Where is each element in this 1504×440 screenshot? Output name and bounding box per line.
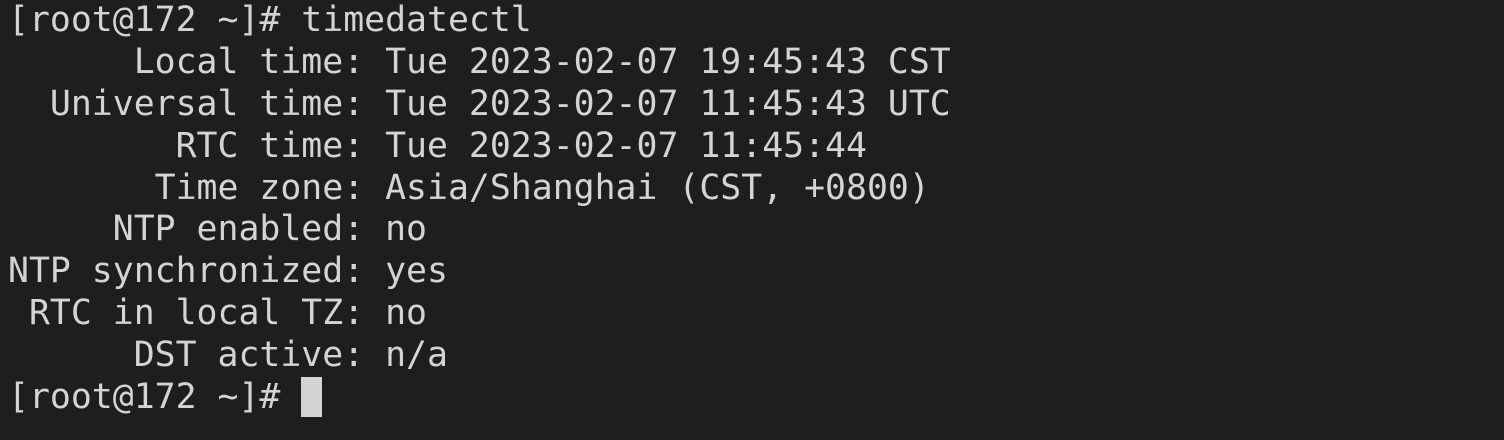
terminal-window[interactable]: [root@172 ~]# timedatectl Local time: Tu…: [0, 0, 1504, 440]
output-line-rtc-time: RTC time: Tue 2023-02-07 11:45:44: [8, 126, 1504, 168]
output-value: Tue 2023-02-07 11:45:44: [385, 125, 867, 166]
prompt: [root@172 ~]#: [8, 377, 281, 418]
output-line-time-zone: Time zone: Asia/Shanghai (CST, +0800): [8, 168, 1504, 210]
output-value: no: [385, 209, 428, 250]
command-line: [root@172 ~]# timedatectl: [8, 0, 1504, 42]
output-line-rtc-in-local-tz: RTC in local TZ: no: [8, 293, 1504, 335]
output-label: NTP synchronized:: [8, 251, 365, 292]
output-label: Local time:: [8, 41, 365, 82]
output-line-ntp-enabled: NTP enabled: no: [8, 209, 1504, 251]
text-cursor: [301, 377, 323, 418]
output-value: Tue 2023-02-07 19:45:43 CST: [385, 41, 951, 82]
output-value: Tue 2023-02-07 11:45:43 UTC: [385, 83, 951, 124]
output-value: yes: [385, 251, 448, 292]
output-line-local-time: Local time: Tue 2023-02-07 19:45:43 CST: [8, 42, 1504, 84]
output-value: Asia/Shanghai (CST, +0800): [385, 167, 930, 208]
output-label: NTP enabled:: [8, 209, 365, 250]
output-label: RTC in local TZ:: [8, 293, 365, 334]
output-value: no: [385, 293, 428, 334]
output-value: n/a: [385, 335, 448, 376]
output-label: RTC time:: [8, 125, 365, 166]
command-text: timedatectl: [301, 0, 532, 40]
output-label: DST active:: [8, 335, 365, 376]
output-line-universal-time: Universal time: Tue 2023-02-07 11:45:43 …: [8, 84, 1504, 126]
prompt-line[interactable]: [root@172 ~]#: [8, 377, 1504, 419]
output-line-ntp-synchronized: NTP synchronized: yes: [8, 251, 1504, 293]
output-label: Universal time:: [8, 83, 365, 124]
output-line-dst-active: DST active: n/a: [8, 335, 1504, 377]
prompt: [root@172 ~]#: [8, 0, 281, 40]
output-label: Time zone:: [8, 167, 365, 208]
